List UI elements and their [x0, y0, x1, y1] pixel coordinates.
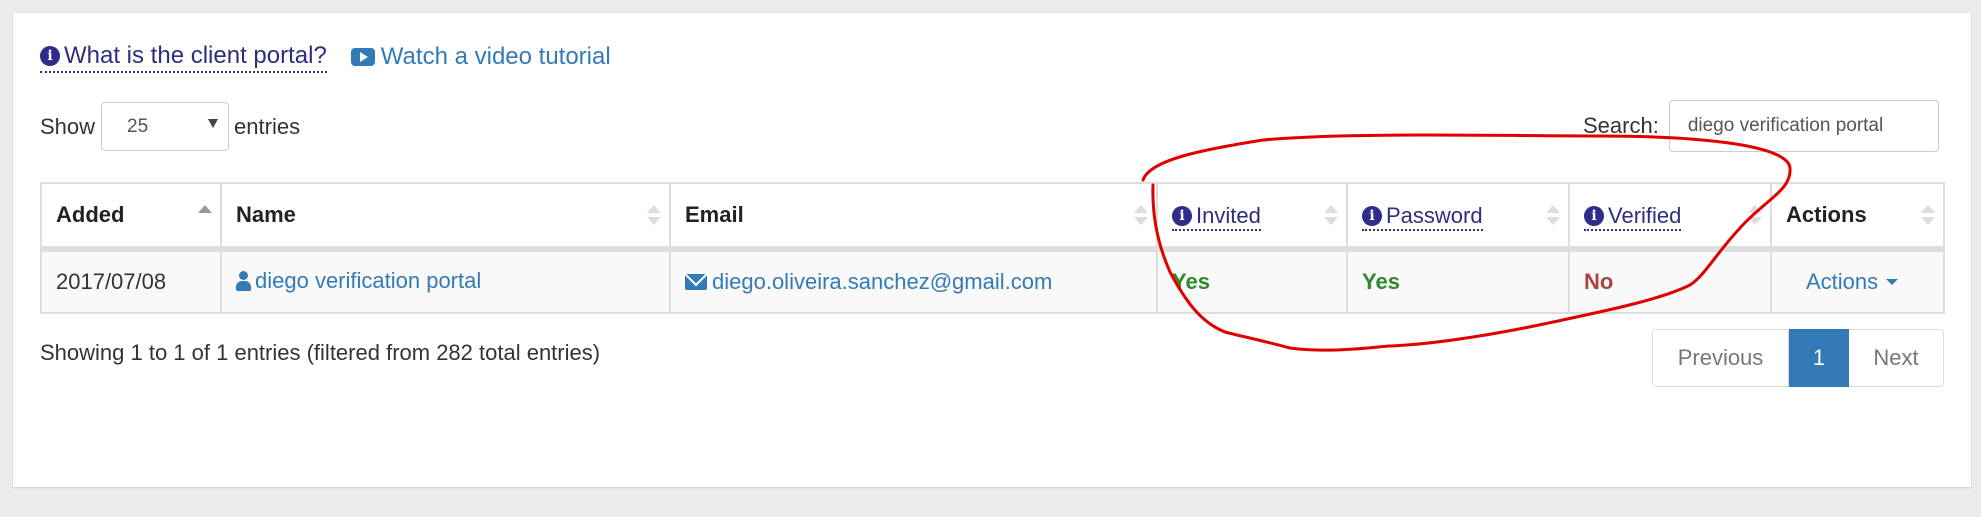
chevron-down-icon	[208, 119, 219, 128]
page-1-button[interactable]: 1	[1789, 329, 1849, 387]
table-row: 2017/07/08 diego verification portal die…	[40, 248, 1945, 314]
envelope-icon	[685, 273, 707, 290]
column-label: Invited	[1196, 202, 1261, 228]
sort-icon	[1748, 204, 1762, 226]
entries-length-control: Show 25 entries	[40, 101, 300, 152]
sort-icon	[1134, 204, 1148, 226]
actions-label: Actions	[1806, 269, 1879, 294]
column-label: Email	[685, 202, 744, 227]
sort-ascending-icon	[198, 204, 212, 226]
actions-dropdown-button[interactable]: Actions	[1806, 269, 1899, 295]
help-link-label: What is the client portal?	[64, 41, 327, 69]
info-icon: i	[40, 45, 60, 66]
client-email-link[interactable]: diego.oliveira.sanchez@gmail.com	[685, 269, 1052, 295]
clients-table: Added Name Email i Invited i Password i Ver…	[40, 182, 1945, 314]
youtube-play-icon	[350, 48, 375, 66]
help-links: i What is the client portal? Watch a vid…	[40, 40, 611, 74]
cell-password: Yes	[1346, 248, 1570, 314]
column-label: Password	[1386, 202, 1483, 228]
cell-verified: No	[1568, 248, 1772, 314]
column-header-actions[interactable]: Actions	[1770, 182, 1945, 252]
cell-invited: Yes	[1156, 248, 1348, 314]
video-link-label: Watch a video tutorial	[380, 43, 611, 70]
entries-per-page-value: 25	[127, 115, 149, 137]
column-label: Name	[236, 202, 296, 227]
sort-icon	[647, 204, 661, 226]
client-name: diego verification portal	[255, 267, 482, 293]
invited-help[interactable]: i Invited	[1172, 203, 1261, 231]
what-is-client-portal-link[interactable]: i What is the client portal?	[40, 42, 327, 73]
verified-help[interactable]: i Verified	[1584, 202, 1682, 231]
column-header-password[interactable]: i Password	[1346, 182, 1570, 252]
entries-per-page-select[interactable]: 25	[101, 102, 230, 151]
password-status: Yes	[1362, 269, 1400, 294]
caret-down-icon	[1886, 279, 1899, 285]
previous-page-button[interactable]: Previous	[1652, 329, 1789, 387]
user-icon	[236, 270, 251, 291]
cell-name: diego verification portal	[220, 248, 671, 314]
next-page-button[interactable]: Next	[1849, 329, 1944, 387]
column-header-added[interactable]: Added	[40, 182, 222, 252]
watch-video-tutorial-link[interactable]: Watch a video tutorial	[350, 43, 611, 71]
info-icon: i	[1584, 205, 1604, 226]
column-header-email[interactable]: Email	[669, 182, 1158, 252]
column-header-invited[interactable]: i Invited	[1156, 182, 1348, 252]
info-icon: i	[1172, 205, 1192, 226]
column-header-verified[interactable]: i Verified	[1568, 182, 1772, 252]
table-info: Showing 1 to 1 of 1 entries (filtered fr…	[40, 340, 601, 365]
client-name-link[interactable]: diego verification portal	[236, 268, 481, 294]
column-label: Added	[56, 202, 125, 227]
column-header-name[interactable]: Name	[220, 182, 671, 252]
search-label: Search:	[1583, 113, 1659, 138]
verified-status: No	[1584, 269, 1614, 294]
show-label: Show	[40, 113, 96, 139]
invited-status: Yes	[1172, 269, 1210, 294]
column-label: Verified	[1608, 202, 1682, 228]
password-help[interactable]: i Password	[1362, 203, 1483, 231]
search-input[interactable]	[1668, 100, 1939, 152]
cell-email: diego.oliveira.sanchez@gmail.com	[669, 248, 1158, 314]
column-label: Actions	[1786, 202, 1867, 227]
client-email: diego.oliveira.sanchez@gmail.com	[712, 268, 1053, 294]
sort-icon	[1546, 204, 1560, 226]
sort-icon	[1324, 204, 1338, 226]
sort-icon	[1921, 204, 1935, 226]
search-control: Search:	[1583, 100, 1939, 152]
table-header-row: Added Name Email i Invited i Password i Ver…	[40, 182, 1945, 252]
cell-added: 2017/07/08	[40, 248, 222, 314]
cell-actions: Actions	[1770, 248, 1945, 314]
info-icon: i	[1362, 205, 1382, 226]
entries-label: entries	[234, 113, 301, 139]
pagination: Previous 1 Next	[1652, 329, 1944, 387]
